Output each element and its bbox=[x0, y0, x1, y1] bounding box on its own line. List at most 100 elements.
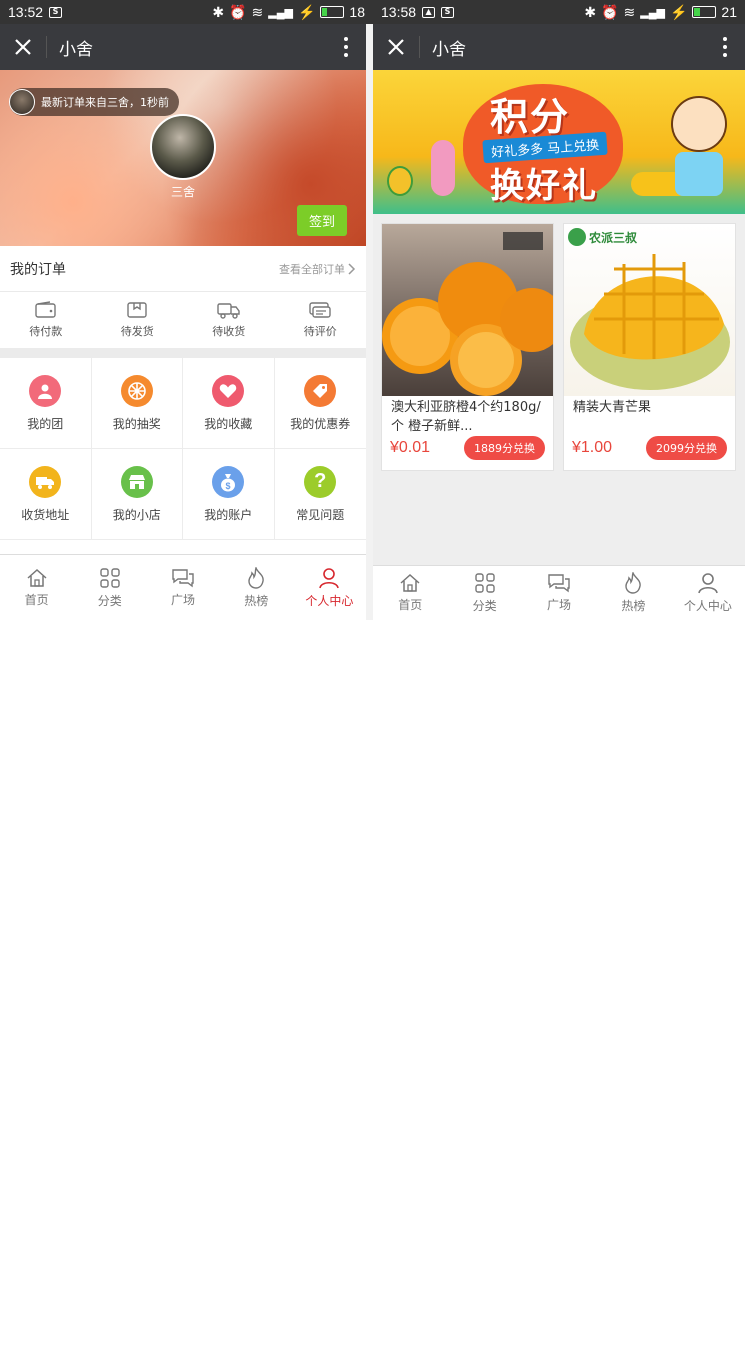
tab-square[interactable]: 广场 bbox=[146, 555, 219, 620]
coupon-icon bbox=[304, 374, 337, 407]
grid-item-my-account[interactable]: $ 我的账户 bbox=[183, 449, 275, 540]
grid-item-my-favorites[interactable]: 我的收藏 bbox=[183, 358, 275, 449]
order-status-unpaid[interactable]: 待付款 bbox=[0, 292, 92, 348]
toy-illustration bbox=[387, 166, 413, 196]
status-bar: 13:52 S ✱ ⏰ ≋ ▂▄▆ ⚡ 18 bbox=[0, 0, 373, 24]
brand-name: 农派三叔 bbox=[589, 230, 638, 245]
title-divider bbox=[46, 36, 47, 58]
product-card[interactable]: 农派三叔 精装大青芒果 ¥1.00 2099分兑换 bbox=[563, 223, 736, 471]
heart-icon bbox=[212, 374, 245, 407]
title-bar: 小舍 bbox=[0, 24, 366, 70]
battery-level: 18 bbox=[349, 4, 365, 20]
view-all-orders-link[interactable]: 查看全部订单 bbox=[279, 261, 356, 277]
close-button[interactable] bbox=[0, 24, 46, 70]
wifi-icon: ≋ bbox=[251, 3, 264, 20]
bluetooth-icon: ✱ bbox=[212, 3, 225, 20]
person-icon bbox=[319, 567, 340, 588]
battery-level: 21 bbox=[721, 4, 737, 20]
profile-hero: 最新订单来自三舍，1秒前 三舍 签到 bbox=[0, 70, 366, 246]
alarm-icon: ⏰ bbox=[601, 3, 619, 20]
tab-profile[interactable]: 个人中心 bbox=[671, 566, 745, 620]
product-image: 农派三叔 bbox=[564, 224, 735, 396]
order-notice: 最新订单来自三舍，1秒前 bbox=[9, 88, 179, 116]
product-price-row: ¥0.01 1889分兑换 bbox=[382, 436, 553, 460]
product-card[interactable]: 澳大利亚脐橙4个约180g/个 橙子新鲜... ¥0.01 1889分兑换 bbox=[381, 223, 554, 471]
tab-profile[interactable]: 个人中心 bbox=[293, 555, 366, 620]
order-status-to-review[interactable]: 待评价 bbox=[275, 292, 367, 348]
product-name: 精装大青芒果 bbox=[573, 400, 652, 415]
product-list: 澳大利亚脐橙4个约180g/个 橙子新鲜... ¥0.01 1889分兑换 农派… bbox=[373, 214, 745, 480]
category-icon bbox=[100, 567, 120, 588]
flame-icon bbox=[248, 566, 264, 589]
bottom-tab-bar: 首页 分类 广场 热榜 个人中心 bbox=[0, 554, 366, 620]
charging-icon: ⚡ bbox=[669, 3, 688, 20]
orders-header: 我的订单 查看全部订单 bbox=[0, 246, 366, 292]
delivery-truck-icon bbox=[217, 303, 240, 319]
grid-item-my-shop[interactable]: 我的小店 bbox=[91, 449, 183, 540]
notice-avatar bbox=[9, 89, 35, 115]
avatar[interactable] bbox=[150, 114, 216, 180]
grid-item-my-group[interactable]: 我的团 bbox=[0, 358, 92, 449]
tab-label: 个人中心 bbox=[305, 593, 354, 608]
grid-item-label: 我的抽奖 bbox=[112, 416, 161, 431]
app-notification-icon: S bbox=[441, 6, 455, 18]
tab-label: 首页 bbox=[398, 598, 423, 612]
status-time: 13:52 bbox=[8, 4, 44, 20]
product-image bbox=[382, 224, 553, 396]
order-status-label: 待收货 bbox=[212, 325, 246, 338]
toy-illustration bbox=[431, 140, 455, 196]
tab-hot[interactable]: 热榜 bbox=[220, 555, 293, 620]
kid-illustration bbox=[671, 96, 727, 152]
bluetooth-icon: ✱ bbox=[584, 3, 597, 20]
order-status-to-ship[interactable]: 待发货 bbox=[92, 292, 184, 348]
grid-item-faq[interactable]: ? 常见问题 bbox=[274, 449, 366, 540]
signin-button[interactable]: 签到 bbox=[297, 205, 347, 236]
feature-grid: 我的团 我的抽奖 我的收藏 我的优惠券 收货地址 我的小店 $ 我的账户 ? 常… bbox=[0, 358, 366, 540]
close-button[interactable] bbox=[373, 24, 419, 70]
grid-item-my-coupons[interactable]: 我的优惠券 bbox=[274, 358, 366, 449]
bottom-tab-bar: 首页 分类 广场 热榜 个人中心 bbox=[373, 565, 745, 620]
tab-hot[interactable]: 热榜 bbox=[596, 566, 670, 620]
title-divider bbox=[419, 36, 420, 58]
person-icon bbox=[698, 573, 718, 594]
grid-item-my-lottery[interactable]: 我的抽奖 bbox=[91, 358, 183, 449]
grid-item-label: 我的收藏 bbox=[204, 416, 253, 431]
tab-category[interactable]: 分类 bbox=[447, 566, 521, 620]
chevron-right-icon bbox=[348, 262, 356, 275]
tab-label: 广场 bbox=[171, 592, 196, 607]
tab-category[interactable]: 分类 bbox=[73, 555, 146, 620]
wallet-icon bbox=[35, 301, 56, 318]
lottery-icon bbox=[120, 374, 153, 407]
grid-item-address[interactable]: 收货地址 bbox=[0, 449, 92, 540]
chat-icon bbox=[548, 574, 570, 593]
brand-logo: 农派三叔 bbox=[568, 228, 637, 246]
more-button[interactable] bbox=[705, 24, 745, 70]
right-screen: 13:58 ▲ S ✱ ⏰ ≋ ▂▄▆ ⚡ 21 小舍 积分 好礼多多 马上兑换… bbox=[373, 0, 745, 620]
tab-label: 首页 bbox=[24, 592, 49, 607]
order-status-label: 待评价 bbox=[303, 325, 337, 338]
question-icon: ? bbox=[304, 465, 337, 498]
category-icon bbox=[474, 573, 495, 593]
home-icon bbox=[27, 568, 47, 587]
product-price: ¥0.01 bbox=[390, 439, 431, 456]
order-status-label: 待付款 bbox=[29, 325, 63, 338]
more-button[interactable] bbox=[326, 24, 366, 70]
exchange-button[interactable]: 1889分兑换 bbox=[464, 436, 545, 460]
charging-icon: ⚡ bbox=[297, 3, 316, 20]
tab-home[interactable]: 首页 bbox=[0, 555, 73, 620]
grid-item-label: 我的优惠券 bbox=[290, 416, 351, 431]
tab-home[interactable]: 首页 bbox=[373, 566, 447, 620]
svg-text:$: $ bbox=[226, 481, 231, 491]
tab-square[interactable]: 广场 bbox=[522, 566, 596, 620]
shop-icon bbox=[120, 465, 153, 498]
product-price-row: ¥1.00 2099分兑换 bbox=[564, 436, 735, 460]
order-status-label: 待发货 bbox=[120, 325, 154, 338]
notice-text: 最新订单来自三舍，1秒前 bbox=[41, 96, 169, 109]
points-banner[interactable]: 积分 好礼多多 马上兑换 换好礼 bbox=[373, 70, 745, 214]
order-status-to-receive[interactable]: 待收货 bbox=[183, 292, 275, 348]
tab-label: 热榜 bbox=[621, 599, 646, 613]
exchange-button[interactable]: 2099分兑换 bbox=[646, 436, 727, 460]
banner-subheadline: 换好礼 bbox=[490, 166, 598, 206]
review-icon bbox=[309, 302, 331, 318]
signal-icon: ▂▄▆ bbox=[268, 6, 293, 19]
